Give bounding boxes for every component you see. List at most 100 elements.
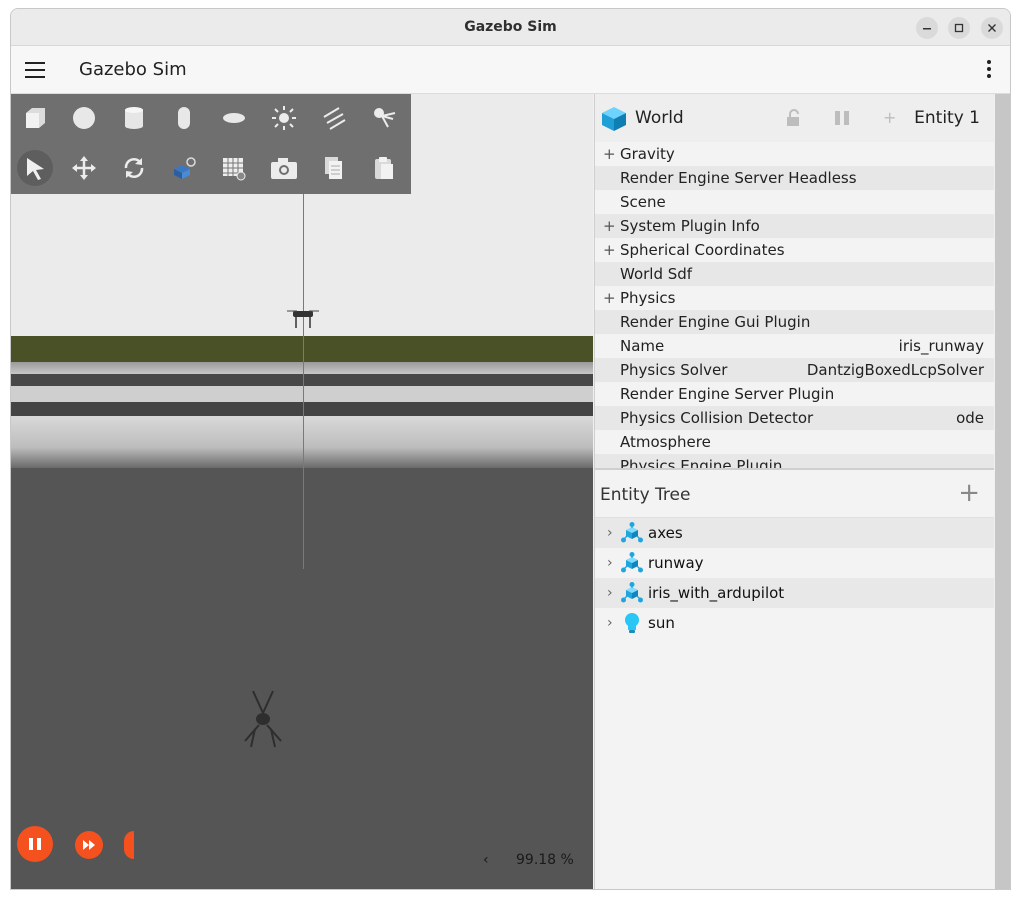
play-pause-button[interactable] bbox=[17, 826, 53, 862]
runway-stripe bbox=[11, 416, 593, 468]
ground-plane bbox=[11, 468, 593, 889]
screenshot-button[interactable] bbox=[266, 150, 302, 186]
chevron-right-icon[interactable]: › bbox=[607, 518, 613, 548]
entity-tree-header: Entity Tree + bbox=[595, 470, 994, 518]
entity-label: axes bbox=[648, 524, 683, 542]
entity-tree-item[interactable]: › sun bbox=[595, 608, 994, 638]
add-entity-icon[interactable]: + bbox=[958, 478, 980, 508]
component-label: Render Engine Server Headless bbox=[620, 169, 857, 187]
transform-snap-button[interactable] bbox=[166, 150, 202, 186]
point-light-button[interactable] bbox=[266, 100, 302, 136]
component-row[interactable]: Physics Solver DantzigBoxedLcpSolver bbox=[595, 358, 994, 382]
entity-tree-item[interactable]: › axes bbox=[595, 518, 994, 548]
capsule-icon bbox=[178, 107, 190, 129]
component-row[interactable]: Render Engine Server Plugin bbox=[595, 382, 994, 406]
translate-mode-button[interactable] bbox=[66, 150, 102, 186]
expand-plus-icon[interactable]: + bbox=[603, 142, 616, 166]
paste-clipboard-icon bbox=[375, 157, 393, 179]
component-label: System Plugin Info bbox=[620, 217, 760, 235]
component-label: Physics Solver bbox=[620, 361, 728, 379]
right-panel: World + Entity 1 + Gravity Render Engine S… bbox=[594, 94, 994, 889]
component-label: Gravity bbox=[620, 145, 675, 163]
real-time-factor: 99.18 % bbox=[516, 852, 574, 868]
hamburger-menu-icon[interactable] bbox=[25, 62, 45, 78]
entity-label: iris_with_ardupilot bbox=[648, 584, 785, 602]
entity-label: Entity 1 bbox=[914, 108, 980, 128]
sphere-icon bbox=[73, 107, 95, 129]
spot-light-icon bbox=[374, 108, 396, 128]
grid-config-button[interactable] bbox=[216, 150, 252, 186]
maximize-button[interactable] bbox=[948, 17, 970, 39]
chevron-right-icon[interactable]: › bbox=[607, 608, 613, 638]
spot-light-button[interactable] bbox=[366, 100, 402, 136]
panel-scrollbar[interactable] bbox=[995, 94, 1010, 889]
component-row[interactable]: + Gravity bbox=[595, 142, 994, 166]
component-label: Scene bbox=[620, 193, 666, 211]
ellipsoid-shape-button[interactable] bbox=[216, 100, 252, 136]
component-row[interactable]: + Physics bbox=[595, 286, 994, 310]
component-label: Physics Collision Detector bbox=[620, 409, 814, 427]
move-arrows-icon bbox=[72, 156, 96, 180]
entity-tree-item[interactable]: › runway bbox=[595, 548, 994, 578]
cylinder-icon bbox=[125, 107, 143, 129]
component-label: Atmosphere bbox=[620, 433, 711, 451]
component-row[interactable]: Physics Engine Plugin bbox=[595, 454, 994, 468]
paste-button[interactable] bbox=[366, 150, 402, 186]
component-row[interactable]: Scene bbox=[595, 190, 994, 214]
runway-stripe bbox=[11, 374, 593, 386]
title-bar: Gazebo Sim bbox=[11, 9, 1010, 46]
close-icon bbox=[988, 24, 996, 32]
expand-plus-icon[interactable]: + bbox=[603, 214, 616, 238]
close-button[interactable] bbox=[981, 17, 1003, 39]
component-row[interactable]: Physics Collision Detector ode bbox=[595, 406, 994, 430]
component-label: Render Engine Server Plugin bbox=[620, 385, 835, 403]
3d-scene-view[interactable]: ‹ 99.18 % bbox=[11, 94, 593, 889]
chevron-right-icon[interactable]: › bbox=[607, 578, 613, 608]
sphere-shape-button[interactable] bbox=[66, 100, 102, 136]
more-options-icon[interactable] bbox=[986, 60, 992, 80]
cylinder-shape-button[interactable] bbox=[116, 100, 152, 136]
reset-button[interactable] bbox=[124, 831, 134, 859]
add-component-icon[interactable]: + bbox=[883, 108, 896, 127]
sun-light-icon bbox=[272, 106, 296, 130]
snap-icon bbox=[174, 157, 196, 179]
component-row[interactable]: + Spherical Coordinates bbox=[595, 238, 994, 262]
maximize-icon bbox=[954, 23, 964, 33]
ellipsoid-icon bbox=[223, 113, 245, 123]
component-value: iris_runway bbox=[898, 337, 984, 355]
copy-button[interactable] bbox=[316, 150, 352, 186]
pause-updates-icon[interactable] bbox=[833, 110, 851, 126]
model-icon bbox=[621, 582, 643, 604]
select-mode-button[interactable] bbox=[17, 150, 53, 186]
component-row[interactable]: Render Engine Gui Plugin bbox=[595, 310, 994, 334]
rotate-mode-button[interactable] bbox=[116, 150, 152, 186]
component-value: DantzigBoxedLcpSolver bbox=[806, 361, 984, 379]
component-inspector-header: World + Entity 1 bbox=[595, 94, 994, 142]
box-shape-button[interactable] bbox=[17, 100, 53, 136]
entity-label: runway bbox=[648, 554, 704, 572]
component-row[interactable]: Render Engine Server Headless bbox=[595, 166, 994, 190]
component-row[interactable]: Name iris_runway bbox=[595, 334, 994, 358]
step-button[interactable] bbox=[75, 831, 103, 859]
entity-tree-item[interactable]: › iris_with_ardupilot bbox=[595, 578, 994, 608]
capsule-shape-button[interactable] bbox=[166, 100, 202, 136]
runway-stripe bbox=[11, 386, 593, 402]
expand-plus-icon[interactable]: + bbox=[603, 286, 616, 310]
directional-light-button[interactable] bbox=[316, 100, 352, 136]
minimize-button[interactable] bbox=[916, 17, 938, 39]
drone-model[interactable] bbox=[287, 308, 319, 330]
entity-tree-list: › axes › runway › iris_with_ardupilot › sun bbox=[595, 518, 994, 638]
component-list: + Gravity Render Engine Server Headless Sce… bbox=[595, 142, 994, 468]
component-label: Physics Engine Plugin bbox=[620, 457, 783, 468]
component-row[interactable]: Atmosphere bbox=[595, 430, 994, 454]
drone-shadow bbox=[244, 690, 282, 748]
component-row[interactable]: + System Plugin Info bbox=[595, 214, 994, 238]
z-axis-line bbox=[303, 194, 304, 569]
component-row[interactable]: World Sdf bbox=[595, 262, 994, 286]
lock-icon[interactable] bbox=[785, 109, 801, 127]
chevron-left-icon[interactable]: ‹ bbox=[483, 852, 489, 868]
component-label: Name bbox=[620, 337, 665, 355]
chevron-right-icon[interactable]: › bbox=[607, 548, 613, 578]
scene-toolbar bbox=[11, 94, 411, 194]
expand-plus-icon[interactable]: + bbox=[603, 238, 616, 262]
